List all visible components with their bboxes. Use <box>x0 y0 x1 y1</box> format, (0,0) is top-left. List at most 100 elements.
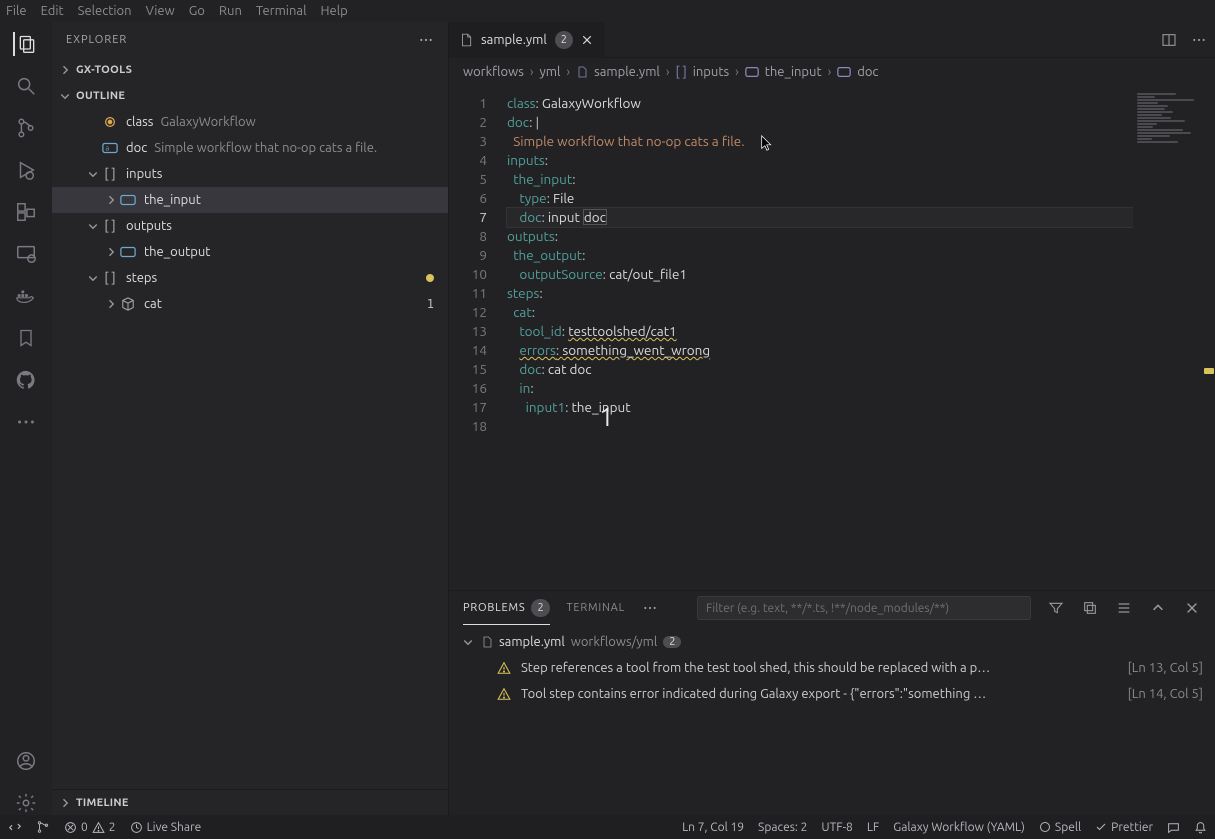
live-share-label: Live Share <box>147 821 202 834</box>
live-share[interactable]: Live Share <box>130 821 202 834</box>
menu-run[interactable]: Run <box>219 4 242 18</box>
section-timeline[interactable]: TIMELINE <box>52 789 448 815</box>
problem-item[interactable]: Step references a tool from the test too… <box>461 655 1203 681</box>
problem-item[interactable]: Tool step contains error indicated durin… <box>461 681 1203 707</box>
eol[interactable]: LF <box>867 821 879 834</box>
breadcrumb-item[interactable]: workflows <box>463 65 524 79</box>
github-icon[interactable] <box>14 368 38 392</box>
breadcrumb-item[interactable]: doc <box>857 65 878 79</box>
menu-terminal[interactable]: Terminal <box>256 4 307 18</box>
encoding[interactable]: UTF-8 <box>821 821 852 834</box>
split-editor-icon[interactable] <box>1161 32 1177 48</box>
chevron-down-icon <box>86 168 100 180</box>
warn-dot-icon <box>426 274 434 282</box>
bookmarks-icon[interactable] <box>14 326 38 350</box>
outline-label: cat <box>144 297 162 311</box>
menu-help[interactable]: Help <box>320 4 347 18</box>
bell-icon[interactable] <box>1194 821 1207 834</box>
git-branch-indicator[interactable] <box>36 820 50 834</box>
object-icon <box>837 66 851 78</box>
error-count: 0 <box>81 821 88 834</box>
file-icon <box>459 32 473 48</box>
accounts-icon[interactable] <box>14 749 38 773</box>
panel-chevron-up-icon[interactable] <box>1149 599 1167 617</box>
errors-warnings[interactable]: 0 2 <box>64 821 116 834</box>
chevron-right-icon <box>58 64 72 76</box>
menu-selection[interactable]: Selection <box>78 4 132 18</box>
code-content[interactable]: class: GalaxyWorkflowdoc: | Simple workf… <box>497 86 1215 590</box>
breadcrumbs[interactable]: workflows› yml› sample.yml› [ ] inputs› … <box>449 58 1215 86</box>
timeline-label: TIMELINE <box>76 797 129 809</box>
file-icon <box>481 635 493 649</box>
tab-close-icon[interactable] <box>581 34 593 46</box>
outline-item[interactable]: [ ]inputs <box>52 161 448 187</box>
outline-item[interactable]: the_input <box>52 187 448 213</box>
extensions-icon[interactable] <box>14 200 38 224</box>
menu-view[interactable]: View <box>146 4 175 18</box>
remote-explorer-icon[interactable] <box>14 242 38 266</box>
panel-tab-terminal[interactable]: TERMINAL <box>566 591 625 625</box>
breadcrumb-item[interactable]: the_input <box>765 65 822 79</box>
warning-icon <box>497 661 511 675</box>
breadcrumb-item[interactable]: sample.yml <box>594 65 660 79</box>
problem-message: Step references a tool from the test too… <box>521 661 990 675</box>
activity-bar <box>0 22 52 815</box>
file-tab[interactable]: sample.yml 2 <box>449 22 604 58</box>
run-debug-icon[interactable] <box>14 158 38 182</box>
menu-file[interactable]: File <box>6 4 27 18</box>
section-outline[interactable]: OUTLINE <box>52 83 448 109</box>
breadcrumb-item[interactable]: inputs <box>693 65 729 79</box>
outline-tree[interactable]: classGalaxyWorkflowadocSimple workflow t… <box>52 109 448 789</box>
language-mode[interactable]: Galaxy Workflow (YAML) <box>893 821 1025 834</box>
chevron-right-icon <box>104 194 118 206</box>
panel-tab-problems[interactable]: PROBLEMS 2 <box>463 591 550 625</box>
section-workspace[interactable]: GX-TOOLS <box>52 57 448 83</box>
code-editor[interactable]: 123456789101112131415161718 class: Galax… <box>449 86 1215 590</box>
chevron-right-icon: › <box>666 65 670 79</box>
cursor-pos[interactable]: Ln 7, Col 19 <box>682 821 744 834</box>
breadcrumb-item[interactable]: yml <box>540 65 561 79</box>
spell-check[interactable]: Spell <box>1039 821 1081 834</box>
outline-item[interactable]: classGalaxyWorkflow <box>52 109 448 135</box>
outline-label: inputs <box>126 167 162 181</box>
indent[interactable]: Spaces: 2 <box>758 821 807 834</box>
outline-item[interactable]: [ ]steps <box>52 265 448 291</box>
feedback-icon[interactable] <box>1167 821 1180 834</box>
more-icon[interactable] <box>14 410 38 434</box>
panel-close-icon[interactable] <box>1183 599 1201 617</box>
array-icon: [ ] <box>102 270 118 286</box>
file-problem-count: 2 <box>663 636 681 648</box>
object-icon <box>120 244 136 260</box>
menu-edit[interactable]: Edit <box>41 4 64 18</box>
menu-go[interactable]: Go <box>189 4 205 18</box>
outline-item[interactable]: cat1 <box>52 291 448 317</box>
filter-icon[interactable] <box>1047 599 1065 617</box>
editor-more-icon[interactable] <box>1191 32 1207 48</box>
source-control-icon[interactable] <box>14 116 38 140</box>
sidebar-more-icon[interactable] <box>418 32 434 48</box>
panel-more-icon[interactable] <box>641 599 659 617</box>
outline-label: the_input <box>144 193 201 207</box>
problems-filter-input[interactable]: Filter (e.g. text, **/*.ts, !**/node_mod… <box>697 596 1031 620</box>
outline-item[interactable]: the_output <box>52 239 448 265</box>
docker-icon[interactable] <box>14 284 38 308</box>
explorer-icon[interactable] <box>13 32 37 56</box>
outline-item[interactable]: [ ]outputs <box>52 213 448 239</box>
collapse-all-icon[interactable] <box>1081 599 1099 617</box>
settings-gear-icon[interactable] <box>14 791 38 815</box>
problem-file-name: sample.yml <box>499 635 565 649</box>
filter-placeholder: Filter (e.g. text, **/*.ts, !**/node_mod… <box>706 602 949 615</box>
view-as-list-icon[interactable] <box>1115 599 1133 617</box>
array-icon: [ ] <box>102 218 118 234</box>
chevron-right-icon: › <box>566 65 570 79</box>
chevron-right-icon: › <box>828 65 832 79</box>
warning-icon <box>497 687 511 701</box>
prettier[interactable]: Prettier <box>1095 821 1153 834</box>
remote-indicator[interactable] <box>8 820 22 834</box>
search-icon[interactable] <box>14 74 38 98</box>
problem-file-row[interactable]: sample.yml workflows/yml 2 <box>461 629 1203 655</box>
outline-item[interactable]: adocSimple workflow that no-op cats a fi… <box>52 135 448 161</box>
menu-bar: File Edit Selection View Go Run Terminal… <box>0 0 1215 22</box>
class-icon <box>102 114 118 130</box>
tabs-bar: sample.yml 2 <box>449 22 1215 58</box>
